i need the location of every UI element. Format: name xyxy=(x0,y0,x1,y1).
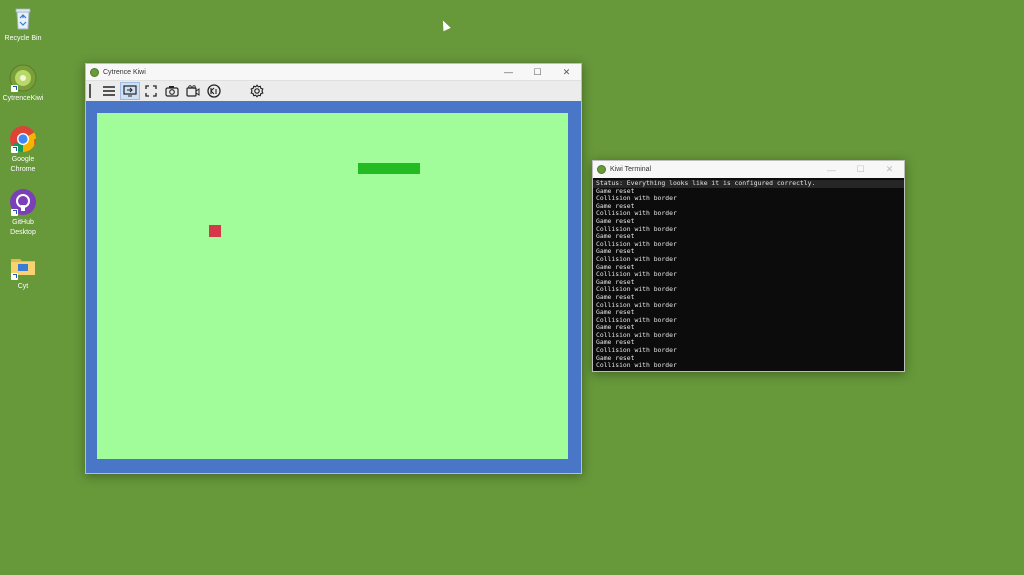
terminal-log-line: Collision with border xyxy=(596,315,677,324)
window-toolbar xyxy=(86,80,581,101)
record-icon[interactable] xyxy=(183,82,203,100)
minimize-button[interactable]: — xyxy=(494,64,523,80)
kiwi-brand-icon[interactable] xyxy=(204,82,224,100)
shortcut-arrow-icon xyxy=(11,209,18,216)
toolbar-grip[interactable] xyxy=(89,84,91,98)
terminal-log-line: Collision with border xyxy=(596,194,677,203)
terminal-log-line: Collision with border xyxy=(596,270,677,279)
desktop-icon-label: GitHub Desktop xyxy=(10,219,36,236)
game-border xyxy=(86,101,581,473)
desktop-icon-label: Recycle Bin xyxy=(4,35,42,42)
terminal-log-line: Collision with border xyxy=(596,209,677,218)
kiwi-logo-icon xyxy=(597,165,606,174)
terminal-titlebar[interactable]: Kiwi Terminal — ☐ ✕ xyxy=(593,161,904,178)
terminal-log-line: Collision with border xyxy=(596,285,677,294)
desktop-icon-label: Cyt xyxy=(17,283,29,290)
game-ball xyxy=(209,225,221,237)
terminal-log-line: Collision with border xyxy=(596,361,677,369)
game-field[interactable] xyxy=(97,113,568,459)
fullscreen-icon[interactable] xyxy=(141,82,161,100)
desktop-icon-cyt-folder[interactable]: Cyt xyxy=(0,252,46,292)
window-title: Cytrence Kiwi xyxy=(103,68,146,76)
shortcut-arrow-icon xyxy=(11,273,18,280)
shortcut-arrow-icon xyxy=(11,85,18,92)
screen-share-icon[interactable] xyxy=(120,82,140,100)
kiwi-terminal-window[interactable]: Kiwi Terminal — ☐ ✕ Status: Everything l… xyxy=(592,160,905,372)
mouse-cursor-icon xyxy=(439,18,451,32)
maximize-button[interactable]: ☐ xyxy=(846,162,875,178)
terminal-output[interactable]: Status: Everything looks like it is conf… xyxy=(593,178,904,369)
minimize-button[interactable]: — xyxy=(817,162,846,178)
maximize-button[interactable]: ☐ xyxy=(523,64,552,80)
screenshot-icon[interactable] xyxy=(162,82,182,100)
window-titlebar[interactable]: Cytrence Kiwi — ☐ ✕ xyxy=(86,64,581,80)
github-icon xyxy=(9,188,37,216)
shortcut-arrow-icon xyxy=(11,146,18,153)
folder-icon xyxy=(9,252,37,280)
terminal-status-line: Status: Everything looks like it is conf… xyxy=(593,179,904,188)
chrome-icon xyxy=(9,125,37,153)
terminal-log-line: Collision with border xyxy=(596,330,677,339)
desktop-icon-recycle-bin[interactable]: Recycle Bin xyxy=(0,4,46,44)
settings-icon[interactable] xyxy=(247,82,267,100)
desktop-icon-label: Google Chrome xyxy=(10,156,36,173)
terminal-log-line: Collision with border xyxy=(596,239,677,248)
terminal-log-line: Collision with border xyxy=(596,300,677,309)
kiwi-icon xyxy=(9,64,37,92)
close-button[interactable]: ✕ xyxy=(552,64,581,80)
desktop-icon-github-desktop[interactable]: GitHub Desktop xyxy=(0,188,46,238)
terminal-log-line: Collision with border xyxy=(596,224,677,233)
terminal-log-line: Collision with border xyxy=(596,254,677,263)
terminal-log: Game reset Collision with border Game rese… xyxy=(596,187,901,369)
terminal-title: Kiwi Terminal xyxy=(610,166,652,173)
menu-icon[interactable] xyxy=(99,82,119,100)
desktop-icon-label: CytrenceKiwi xyxy=(2,95,44,102)
game-paddle xyxy=(358,163,420,174)
terminal-log-line: Collision with border xyxy=(596,346,677,355)
desktop-icon-google-chrome[interactable]: Google Chrome xyxy=(0,125,46,175)
desktop-icon-cytrencekiwi[interactable]: CytrenceKiwi xyxy=(0,64,46,104)
close-button[interactable]: ✕ xyxy=(875,162,904,178)
kiwi-logo-icon xyxy=(90,67,99,77)
kiwi-game-window[interactable]: Cytrence Kiwi — ☐ ✕ xyxy=(85,63,582,474)
recycle-bin-icon xyxy=(9,4,37,32)
